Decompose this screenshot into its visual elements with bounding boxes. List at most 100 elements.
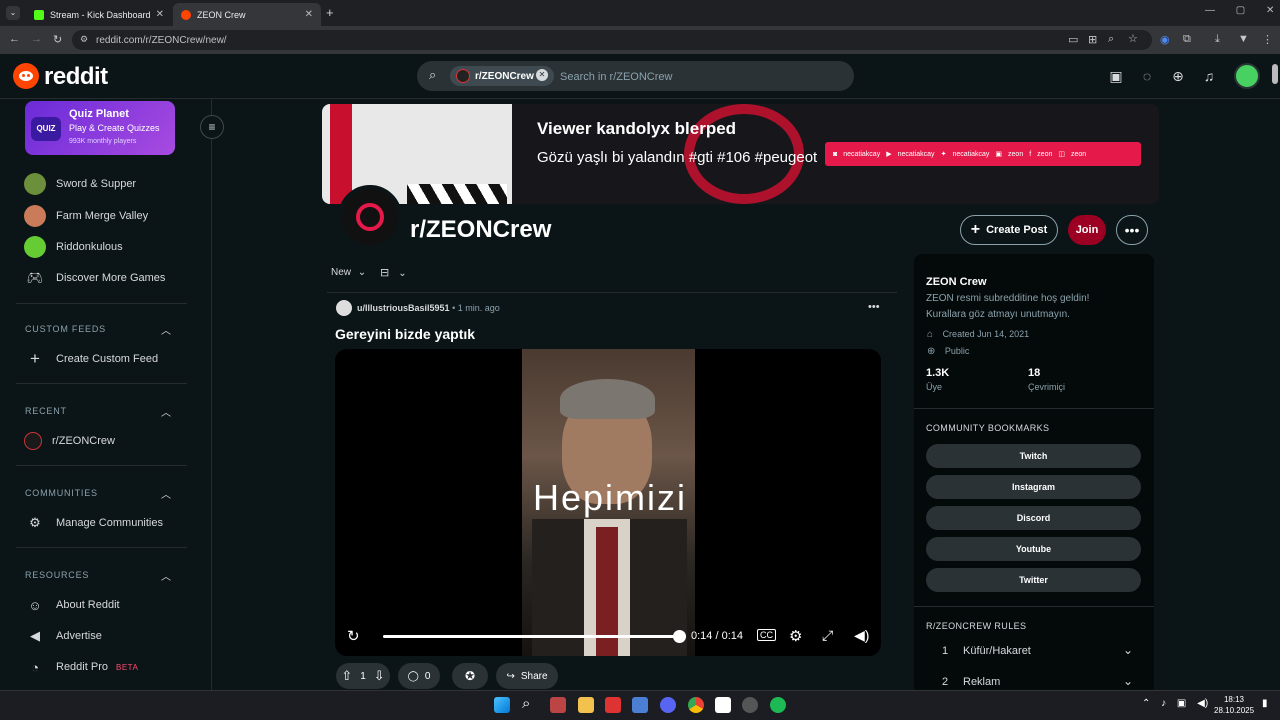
cast-icon[interactable]: ▭	[1068, 33, 1078, 46]
address-bar[interactable]: ⚙ reddit.com/r/ZEONCrew/new/	[72, 30, 1152, 50]
extension-icon[interactable]: ◉	[1160, 33, 1170, 46]
spotify-icon[interactable]	[770, 697, 786, 713]
advertise-icon[interactable]: ▣	[1107, 67, 1125, 85]
upvote-icon[interactable]: ⇧	[341, 668, 352, 684]
discord-icon[interactable]	[660, 697, 676, 713]
sidebar-item-sword-supper[interactable]: Sword & Supper	[24, 171, 136, 197]
windows-start-icon[interactable]	[494, 697, 510, 713]
quiz-planet-promo[interactable]: QUIZ Quiz Planet Play & Create Quizzes 9…	[25, 101, 175, 155]
chat-icon[interactable]: ◌	[1138, 67, 1156, 85]
fullscreen-icon[interactable]: ⤢	[822, 627, 833, 644]
tab-list-icon[interactable]: ⌄	[6, 6, 20, 20]
bookmark-twitch[interactable]: Twitch	[926, 444, 1141, 468]
app-icon[interactable]	[632, 697, 648, 713]
bookmark-youtube[interactable]: Youtube	[926, 537, 1141, 561]
reddit-logo-icon[interactable]	[13, 63, 39, 89]
comments-button[interactable]: ◯ 0	[398, 663, 440, 689]
video-progress-track[interactable]	[383, 630, 686, 643]
video-progress-knob[interactable]	[673, 630, 686, 643]
bookmark-star-icon[interactable]: ☆	[1128, 32, 1138, 45]
bookmark-twitter[interactable]: Twitter	[926, 568, 1141, 592]
sidebar-item-zeoncrew[interactable]: r/ZEONCrew	[24, 428, 115, 454]
volume-icon[interactable]: ◀)	[854, 627, 869, 644]
system-tray-icons[interactable]: ⌃ ♪ ▣ ◀)	[1142, 698, 1208, 709]
translate-icon[interactable]: ⊞	[1088, 33, 1097, 46]
post-author[interactable]: u/IllustriousBasil5951	[357, 303, 450, 313]
community-avatar[interactable]	[338, 185, 402, 249]
create-custom-feed[interactable]: + Create Custom Feed	[24, 346, 158, 372]
profile-icon[interactable]: ▼	[1238, 33, 1249, 45]
notification-bell-icon[interactable]: ♫	[1200, 67, 1218, 85]
video-player[interactable]: Hepimizi ↻ 0:14 / 0:14 CC ⚙ ⤢ ◀)	[335, 349, 881, 656]
create-icon[interactable]: ⊕	[1169, 67, 1187, 85]
plus-icon: +	[970, 221, 981, 238]
search-scope-chip[interactable]: r/ZEONCrew ✕	[450, 66, 554, 86]
chrome-icon[interactable]	[688, 697, 704, 713]
close-icon[interactable]: ✕	[156, 9, 164, 20]
window-controls[interactable]: — ▢ ✕	[1205, 5, 1274, 16]
award-button[interactable]: ✪	[452, 663, 488, 689]
rule-2[interactable]: 2 Reklam ⌄	[926, 671, 1141, 689]
site-info-icon[interactable]: ⚙	[80, 34, 88, 45]
back-icon[interactable]: ←	[9, 33, 20, 45]
bookmark-instagram[interactable]: Instagram	[926, 475, 1141, 499]
close-icon[interactable]: ✕	[305, 9, 313, 20]
settings-gear-icon[interactable]: ⚙	[789, 627, 802, 645]
about-reddit[interactable]: ☺ About Reddit	[24, 592, 119, 618]
tab-zeon[interactable]: ZEON Crew ✕	[173, 3, 321, 26]
chevron-up-icon[interactable]: ︿	[161, 486, 171, 501]
tab-kick[interactable]: Stream - Kick Dashboard ✕	[26, 3, 172, 26]
scrollbar[interactable]	[1272, 64, 1278, 84]
zeon-avatar-icon	[456, 69, 470, 83]
pro-chart-icon: ◔	[31, 659, 39, 675]
sidebar-item-riddonkulous[interactable]: Riddonkulous	[24, 234, 123, 260]
share-button[interactable]: ↪ Share	[496, 663, 558, 689]
app-icon[interactable]	[742, 697, 758, 713]
communities-heading[interactable]: COMMUNITIES	[25, 488, 98, 498]
more-options-button[interactable]: •••	[1116, 215, 1148, 245]
bookmark-discord[interactable]: Discord	[926, 506, 1141, 530]
chevron-up-icon[interactable]: ︿	[161, 568, 171, 583]
video-progress-fill	[383, 635, 679, 638]
downvote-icon[interactable]: ⇩	[374, 668, 385, 684]
new-tab-button[interactable]: +	[326, 5, 334, 20]
taskbar-search-icon[interactable]: ⌕	[522, 695, 530, 712]
captions-icon[interactable]: CC	[757, 629, 776, 641]
custom-feeds-heading[interactable]: CUSTOM FEEDS	[25, 324, 106, 334]
file-explorer-icon[interactable]	[578, 697, 594, 713]
app-icon[interactable]	[550, 697, 566, 713]
reddit-pro[interactable]: ◔ Reddit Pro BETA	[24, 654, 138, 680]
rule-1[interactable]: 1 Küfür/Hakaret ⌄	[926, 640, 1141, 662]
forward-icon[interactable]: →	[31, 33, 42, 45]
replay-icon[interactable]: ↻	[347, 627, 360, 645]
join-button[interactable]: Join	[1068, 215, 1106, 245]
view-dropdown[interactable]: ⊟ ⌄	[380, 266, 407, 279]
reddit-wordmark[interactable]: reddit	[44, 63, 108, 91]
sidebar-item-farm-merge[interactable]: Farm Merge Valley	[24, 203, 148, 229]
menu-icon[interactable]: ⋮	[1262, 33, 1273, 46]
search-input[interactable]	[560, 68, 840, 86]
puzzle-icon[interactable]: ⧉	[1183, 33, 1191, 46]
sidebar-item-discover-games[interactable]: 🎮︎ Discover More Games	[24, 265, 166, 291]
resources-heading[interactable]: RESOURCES	[25, 570, 89, 580]
advertise[interactable]: ◀ Advertise	[24, 623, 102, 649]
download-icon[interactable]: ⤓	[1215, 33, 1220, 46]
chevron-up-icon[interactable]: ︿	[161, 322, 171, 337]
post-options-icon[interactable]: •••	[868, 301, 880, 313]
recent-heading[interactable]: RECENT	[25, 406, 67, 416]
chip-close-icon[interactable]: ✕	[536, 69, 548, 81]
user-avatar[interactable]	[1234, 63, 1260, 89]
sort-dropdown[interactable]: New ⌄	[331, 267, 366, 278]
create-post-button[interactable]: + Create Post	[960, 215, 1058, 245]
manage-communities[interactable]: ⚙ Manage Communities	[24, 510, 163, 536]
app-icon[interactable]	[605, 697, 621, 713]
clock[interactable]: 18:13 28.10.2025	[1214, 694, 1254, 716]
notion-icon[interactable]	[715, 697, 731, 713]
chevron-up-icon[interactable]: ︿	[161, 404, 171, 419]
reload-icon[interactable]: ↻	[53, 33, 62, 46]
zoom-icon[interactable]: ⌕	[1108, 33, 1114, 46]
post-author-avatar[interactable]	[336, 300, 352, 316]
post-title[interactable]: Gereyini bizde yaptık	[335, 326, 475, 342]
notification-icon[interactable]: ▮	[1262, 698, 1268, 709]
collapse-sidebar-button[interactable]: ≡	[200, 115, 224, 139]
